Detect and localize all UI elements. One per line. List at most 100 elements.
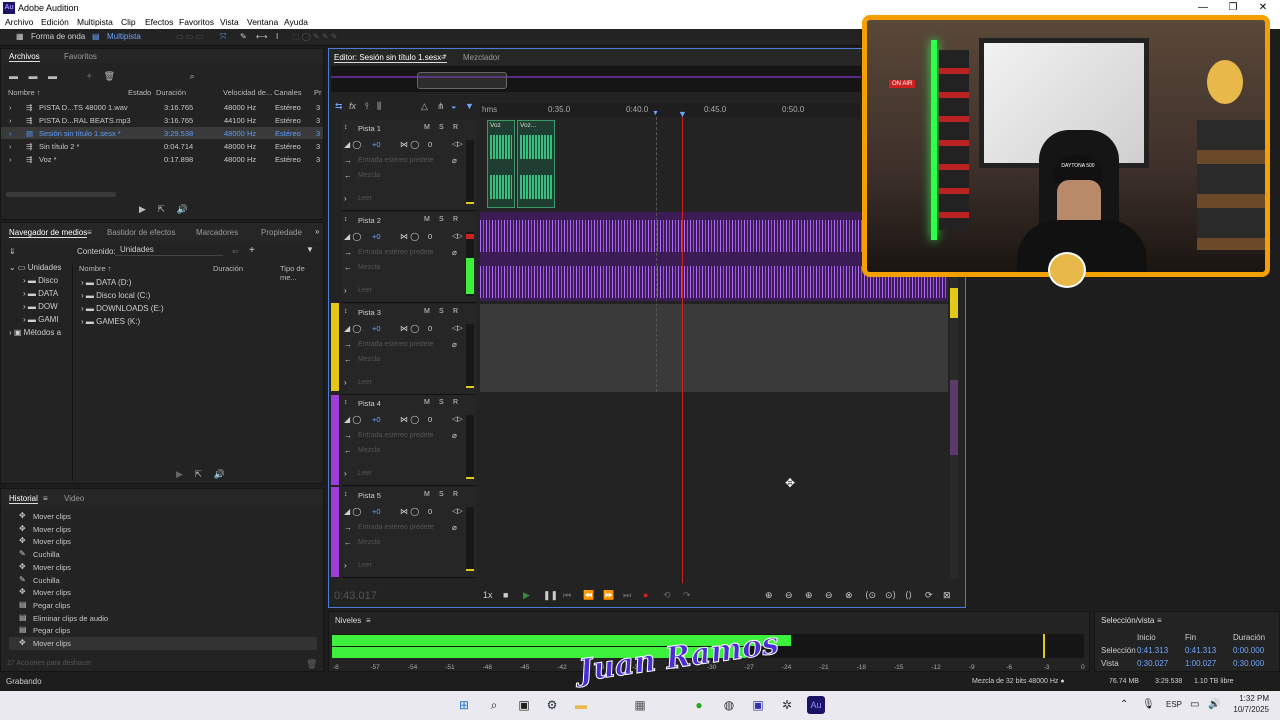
zoom-out-time-icon[interactable]: ⊖ [825,590,833,601]
eq-icon[interactable]: ⫼ [377,101,381,112]
zoom-full-icon[interactable]: ⟳ [925,590,933,601]
record-icon[interactable]: ● [643,590,648,600]
solo-button[interactable]: S [439,491,444,498]
record-arm-button[interactable]: R [453,491,458,498]
pause-icon[interactable]: ❚❚ [543,590,558,601]
play-icon[interactable]: ▶ [176,469,183,479]
trash-icon[interactable]: 🗑 [306,659,317,670]
tab-bastidor[interactable]: Bastidor de efectos [107,228,175,237]
table-row[interactable]: › ⇶ Voz * 0:17.898 48000 Hz Estéreo 3 [1,153,323,165]
pan-value[interactable]: 0 [428,507,432,516]
task-view-icon[interactable]: ▣ [515,696,533,714]
chevron-right-icon[interactable]: › [344,194,347,203]
tab-mezclador[interactable]: Mezclador [463,53,500,62]
input-select[interactable]: Entrada estéreo predete [358,157,434,164]
record-arm-button[interactable]: R [453,308,458,315]
play-icon[interactable]: ▶ [523,590,530,601]
loop-playback-icon[interactable]: ⟲ [663,590,671,601]
menu-efectos[interactable]: Efectos [145,17,173,27]
stereo-icon[interactable]: ◁▷ [452,507,463,515]
app-icon[interactable]: ◍ [720,696,738,714]
panel-menu-icon[interactable]: ≡ [87,228,92,237]
col-nombre-media[interactable]: Nombre ↑ [79,264,112,273]
metronome-icon[interactable]: △ [421,101,428,112]
volume-value[interactable]: +0 [372,324,381,333]
mute-button[interactable]: M [424,399,430,406]
list-item[interactable]: ✥ Mover clips [9,510,317,523]
table-row[interactable]: › ⇶ Sin título 2 * 0:04.714 48000 Hz Estéreo 3 [1,140,323,152]
col-duracion-media[interactable]: Duración [213,264,243,273]
col-estado[interactable]: Estado [128,88,151,97]
mute-button[interactable]: M [424,491,430,498]
pan-value[interactable]: 0 [428,232,432,241]
chevron-right-icon[interactable]: › [344,378,347,387]
clock-time[interactable]: 1:32 PM [1231,694,1269,703]
add-shortcut-icon[interactable]: + [249,245,255,256]
output-select[interactable]: Mezcla [358,447,380,454]
stereo-icon[interactable]: ◁▷ [452,415,463,423]
mute-button[interactable]: M [424,216,430,223]
stereo-icon[interactable]: ◁▷ [452,232,463,240]
list-item[interactable]: ▤ Pegar clips [9,599,317,612]
app-icon[interactable]: ▦ [631,696,649,714]
open-file-icon[interactable]: ▬ [29,71,38,81]
file-explorer-icon[interactable]: ▬ [572,696,590,714]
clock-date[interactable]: 10/7/2025 [1227,705,1269,714]
track-name[interactable]: Pista 5 [358,491,381,500]
tab-navegador[interactable]: Navegador de medios [9,228,88,238]
back-icon[interactable]: ⇐ [232,247,239,256]
solo-button[interactable]: S [439,308,444,315]
tab-editor[interactable]: Editor: Sesión sin título 1.sesx * [334,53,447,63]
stereo-icon[interactable]: ◁▷ [452,140,463,148]
tree-item-games[interactable]: › ▬ GAMI [23,315,59,324]
menu-multipista[interactable]: Multipista [77,17,113,27]
zoom-in-amp-icon[interactable]: ⊕ [765,590,773,601]
menu-clip[interactable]: Clip [121,17,136,27]
output-select[interactable]: Mezcla [358,264,380,271]
steam-icon[interactable]: ⚙ [543,696,561,714]
list-item[interactable]: ✥ Mover clips [9,586,317,599]
zoom-selection-icon[interactable]: ⊗ [845,590,853,601]
col-pr[interactable]: Pr [314,88,322,97]
col-duracion[interactable]: Duración [156,88,186,97]
slip-tool-icon[interactable]: ⟷ [256,32,267,41]
search-icon[interactable]: ⌕ [485,696,503,714]
fx-icon[interactable]: fx [349,101,356,111]
record-arm-button[interactable]: R [453,216,458,223]
list-item[interactable]: ✥ Mover clips [9,535,317,548]
pan-value[interactable]: 0 [428,415,432,424]
record-arm-button[interactable]: R [453,124,458,131]
volume-value[interactable]: +0 [372,232,381,241]
speaker-icon[interactable]: 🔊 [214,469,225,479]
pan-value[interactable]: 0 [428,324,432,333]
chevron-right-icon[interactable]: › [344,469,347,478]
language-indicator[interactable]: ESP [1166,700,1182,709]
zoom-out-amp-icon[interactable]: ⊖ [785,590,793,601]
tree-item-downloads[interactable]: › ▬ DOW [23,302,58,311]
tray-chevron-icon[interactable]: ⌃ [1120,699,1128,710]
list-item[interactable]: ✥ Mover clips [9,561,317,574]
export-icon[interactable]: ⇱ [194,469,202,479]
stop-icon[interactable]: ■ [503,590,508,600]
import-icon[interactable]: ▬ [48,71,57,81]
table-row[interactable]: › ⇶ PISTA D...RAL BEATS.mp3 3:16.765 44100 H… [1,114,323,126]
record-arm-button[interactable]: R [453,399,458,406]
marquee-icon[interactable]: ⬚ ◯ ✎ ✎ ✎ [292,32,338,41]
playhead[interactable] [682,117,683,583]
track-header[interactable]: Pista 3 M S R ↕ ◢ ◯ +0 ⋈ ◯ 0 ◁▷ → Entrada estéreo p… [342,304,476,395]
list-item[interactable]: ▤ Eliminar clips de audio [9,612,317,625]
solo-button[interactable]: S [439,399,444,406]
lane-selected[interactable] [480,304,948,392]
tab-favoritos[interactable]: Favoritos [64,52,97,61]
panel-menu-icon[interactable]: ≡ [43,494,48,503]
list-item[interactable]: ✎ Cuchilla [9,574,317,587]
tree-item-unidades[interactable]: ⌄ ▭ Unidades [9,263,62,272]
audition-taskbar-icon[interactable]: Au [807,696,825,714]
delete-icon[interactable]: 🗑 [104,71,115,81]
expand-icon[interactable]: ↕ [344,399,348,406]
clip-voz[interactable]: Voz [487,120,515,208]
phase-icon[interactable]: ⌀ [452,248,457,257]
close-button[interactable]: ✕ [1248,2,1278,13]
list-item[interactable]: › ▬ GAMES (K:) [81,317,140,326]
overview-viewport[interactable] [417,72,507,89]
